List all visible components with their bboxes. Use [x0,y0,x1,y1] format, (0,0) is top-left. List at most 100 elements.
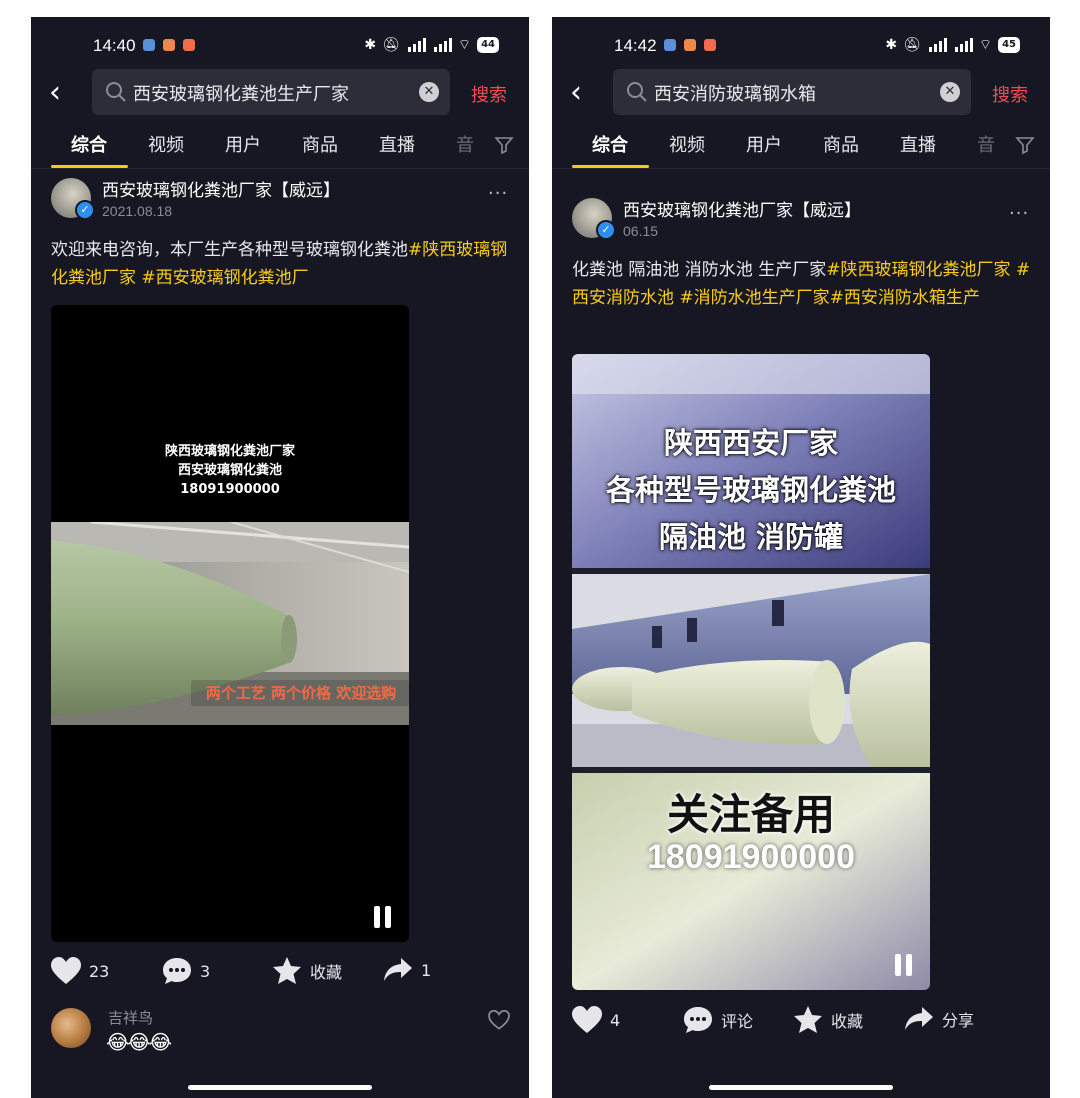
search-icon [106,82,126,102]
clear-icon[interactable]: ✕ [940,82,960,102]
phone-screen-right: 14:42 ✱ 🔕︎ ⌔ 45 ‹ 西安消防玻璃钢水箱 ✕ 搜索 综合 视频 用… [552,17,1050,1098]
comment-icon [684,1007,712,1033]
post-header[interactable]: ✓ 西安玻璃钢化粪池厂家【威远】 2021.08.18 [51,178,511,222]
pause-icon[interactable] [374,906,394,928]
signal-icon [432,38,452,52]
comment-icon [163,958,191,984]
tab-video[interactable]: 视频 [669,131,705,157]
mute-icon: 🔕︎ [382,37,400,53]
back-arrow-icon[interactable]: ‹ [570,75,582,111]
phone-screen-left: 14:40 ✱ 🔕︎ ⌔ 44 ‹ 西安玻璃钢化粪池生产厂家 ✕ 搜索 综合 视… [31,17,529,1098]
video-overlay-line: 各种型号玻璃钢化粪池 [605,473,896,507]
notification-icons [664,39,716,51]
tab-music[interactable]: 音 [456,131,474,157]
post-text: 化粪池 隔油池 消防水池 生产厂家 [572,260,827,280]
author-name[interactable]: 西安玻璃钢化粪池厂家【威远】 [102,176,340,201]
follow-phone: 18091900000 [646,838,855,876]
favorite-label: 收藏 [310,963,343,982]
share-button[interactable]: 分享 [904,1006,974,1032]
battery-icon: 45 [998,37,1020,53]
favorite-button[interactable]: 收藏 [793,1006,863,1034]
search-query: 西安消防玻璃钢水箱 [654,84,816,105]
tab-live[interactable]: 直播 [900,131,936,157]
comment-preview[interactable]: 吉祥鸟 😂😂😂 [51,1008,511,1058]
comment-button[interactable]: 3 [162,957,210,985]
pause-icon[interactable] [895,954,915,976]
action-bar: 23 3 收藏 1 [31,957,529,997]
video-frame-tank: 两个工艺 两个价格 欢迎选购 [51,522,409,725]
favorite-button[interactable]: 收藏 [272,957,342,985]
bluetooth-icon: ✱ [364,37,377,53]
search-row: ‹ 西安消防玻璃钢水箱 ✕ 搜索 [552,69,1050,117]
battery-icon: 44 [477,37,499,53]
commenter-name[interactable]: 吉祥鸟 [108,1007,153,1028]
like-button[interactable]: 4 [572,1006,620,1034]
clear-icon[interactable]: ✕ [419,82,439,102]
tab-live[interactable]: 直播 [379,131,415,157]
video-player[interactable]: 陕西西安厂家 各种型号玻璃钢化粪池 隔油池 消防罐 关注备用 180919000… [572,354,930,990]
status-right: ✱ 🔕︎ ⌔ 44 [364,36,499,54]
comment-like-icon[interactable] [488,1010,510,1030]
search-input[interactable]: 西安玻璃钢化粪池生产厂家 ✕ [92,69,450,115]
verified-icon: ✓ [596,220,616,240]
video-overlay-line: 18091900000 [180,482,280,497]
author-name[interactable]: 西安玻璃钢化粪池厂家【威远】 [623,196,861,221]
back-arrow-icon[interactable]: ‹ [49,75,61,111]
tab-users[interactable]: 用户 [746,131,782,157]
status-time: 14:42 [614,36,657,55]
heart-icon [572,1006,602,1033]
star-icon [273,957,301,984]
signal-icon [953,38,973,52]
search-button[interactable]: 搜索 [992,81,1028,107]
wifi-icon: ⌔ [978,37,993,53]
status-bar: 14:42 ✱ 🔕︎ ⌔ 45 [552,17,1050,73]
share-count: 1 [421,960,432,980]
more-icon[interactable]: ··· [488,183,508,204]
active-tab-indicator [51,165,128,168]
video-caption: 两个工艺 两个价格 欢迎选购 [206,684,396,702]
wifi-icon: ⌔ [457,37,472,53]
share-icon [905,1007,933,1030]
action-bar: 4 评论 收藏 分享 [552,1006,1050,1046]
notification-icons [143,39,195,51]
post-description: 化粪池 隔油池 消防水池 生产厂家#陕西玻璃钢化粪池厂家 #西安消防水池 #消防… [572,256,1034,312]
filter-icon[interactable] [494,135,514,155]
search-input[interactable]: 西安消防玻璃钢水箱 ✕ [613,69,971,115]
like-count: 4 [610,1010,621,1030]
tab-comprehensive[interactable]: 综合 [71,131,107,157]
video-overlay-line: 陕西玻璃钢化粪池厂家 [164,444,295,459]
status-bar: 14:40 ✱ 🔕︎ ⌔ 44 [31,17,529,73]
search-icon [627,82,647,102]
favorite-label: 收藏 [831,1012,864,1031]
like-button[interactable]: 23 [51,957,109,985]
star-icon [794,1006,822,1033]
tab-music[interactable]: 音 [977,131,995,157]
more-icon[interactable]: ··· [1009,203,1029,224]
post-description: 欢迎来电咨询，本厂生产各种型号玻璃钢化粪池#陕西玻璃钢化粪池厂家 #西安玻璃钢化… [51,236,513,292]
share-button[interactable]: 1 [383,957,431,983]
post-date: 2021.08.18 [102,203,173,219]
signal-icon [927,38,947,52]
filter-icon[interactable] [1015,135,1035,155]
tab-comprehensive[interactable]: 综合 [592,131,628,157]
search-button[interactable]: 搜索 [471,81,507,107]
like-count: 23 [89,961,110,981]
tab-bar: 综合 视频 用户 商品 直播 音 [31,121,529,169]
tab-products[interactable]: 商品 [823,131,859,157]
post-text: 欢迎来电咨询，本厂生产各种型号玻璃钢化粪池 [51,240,408,260]
tab-video[interactable]: 视频 [148,131,184,157]
bluetooth-icon: ✱ [885,37,898,53]
post-header[interactable]: ✓ 西安玻璃钢化粪池厂家【威远】 06.15 [572,198,1032,242]
video-overlay-line: 西安玻璃钢化粪池 [177,463,282,478]
tab-products[interactable]: 商品 [302,131,338,157]
tab-users[interactable]: 用户 [225,131,261,157]
comment-count: 3 [200,961,211,981]
video-overlay-line: 隔油池 消防罐 [658,520,844,554]
share-icon [384,958,412,981]
comment-text: 😂😂😂 [106,1030,172,1054]
comment-button[interactable]: 评论 [683,1006,753,1034]
video-player[interactable]: 陕西玻璃钢化粪池厂家 西安玻璃钢化粪池 18091900000 两个工艺 两个价… [51,305,409,942]
verified-icon: ✓ [75,200,95,220]
commenter-avatar[interactable] [51,1008,91,1048]
video-overlay-line: 陕西西安厂家 [663,426,838,460]
